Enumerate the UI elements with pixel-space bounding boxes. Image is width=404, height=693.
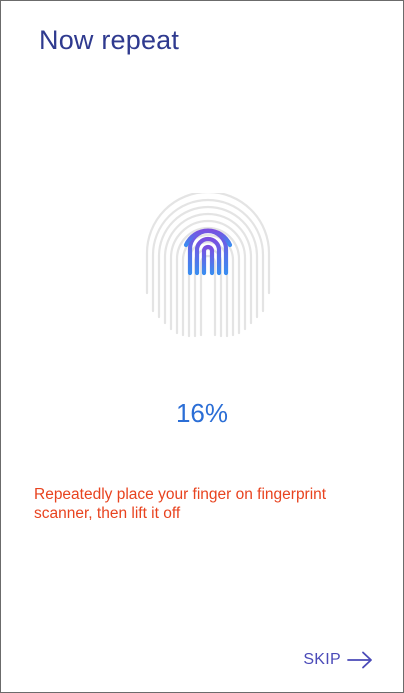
instruction-text: Repeatedly place your finger on fingerpr… (34, 486, 327, 522)
fingerprint-area (143, 193, 273, 338)
skip-label: SKIP (303, 651, 341, 668)
fingerprint-icon (145, 193, 271, 338)
enrollment-screen: Now repeat 16% Repeatedly place your fin… (0, 0, 404, 693)
page-title: Now repeat (39, 25, 180, 55)
skip-button[interactable]: SKIP (301, 647, 375, 673)
progress-percent: 16% (175, 398, 229, 428)
arrow-right-icon (347, 651, 372, 669)
